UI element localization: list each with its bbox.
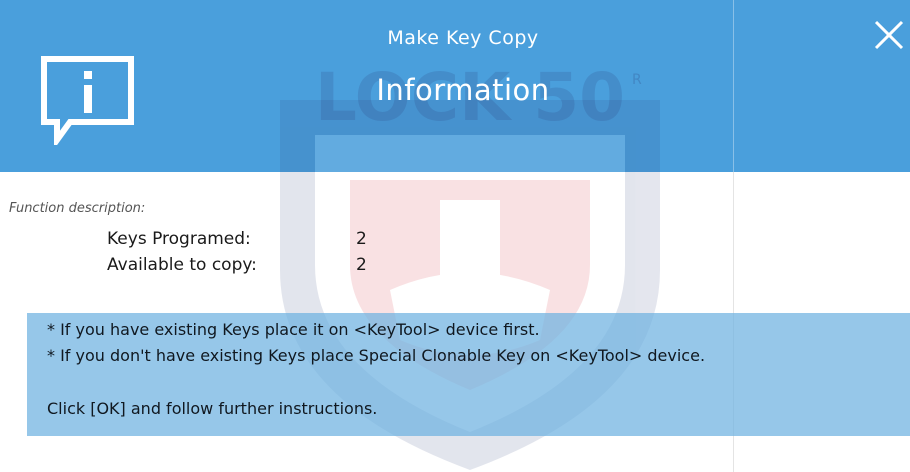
dialog-subtitle: Make Key Copy [387, 27, 539, 49]
instruction-existing-keys: * If you have existing Keys place it on … [47, 320, 540, 339]
dialog-title: Information [376, 73, 550, 107]
close-icon[interactable] [872, 18, 906, 52]
instruction-no-existing-keys: * If you don't have existing Keys place … [47, 346, 706, 365]
available-to-copy-row: Available to copy: 2 [107, 255, 407, 279]
instruction-click-ok: Click [OK] and follow further instructio… [47, 399, 378, 418]
information-dialog: LOCK 50 R Make Key Copy Information Func… [0, 0, 910, 472]
available-to-copy-value: 2 [356, 255, 367, 275]
instructions-panel: * If you have existing Keys place it on … [27, 313, 910, 436]
function-description-label: Function description: [9, 201, 146, 216]
keys-programmed-label: Keys Programed: [107, 229, 251, 249]
keys-programmed-value: 2 [356, 229, 367, 249]
keys-programmed-row: Keys Programed: 2 [107, 229, 407, 253]
available-to-copy-label: Available to copy: [107, 255, 257, 275]
